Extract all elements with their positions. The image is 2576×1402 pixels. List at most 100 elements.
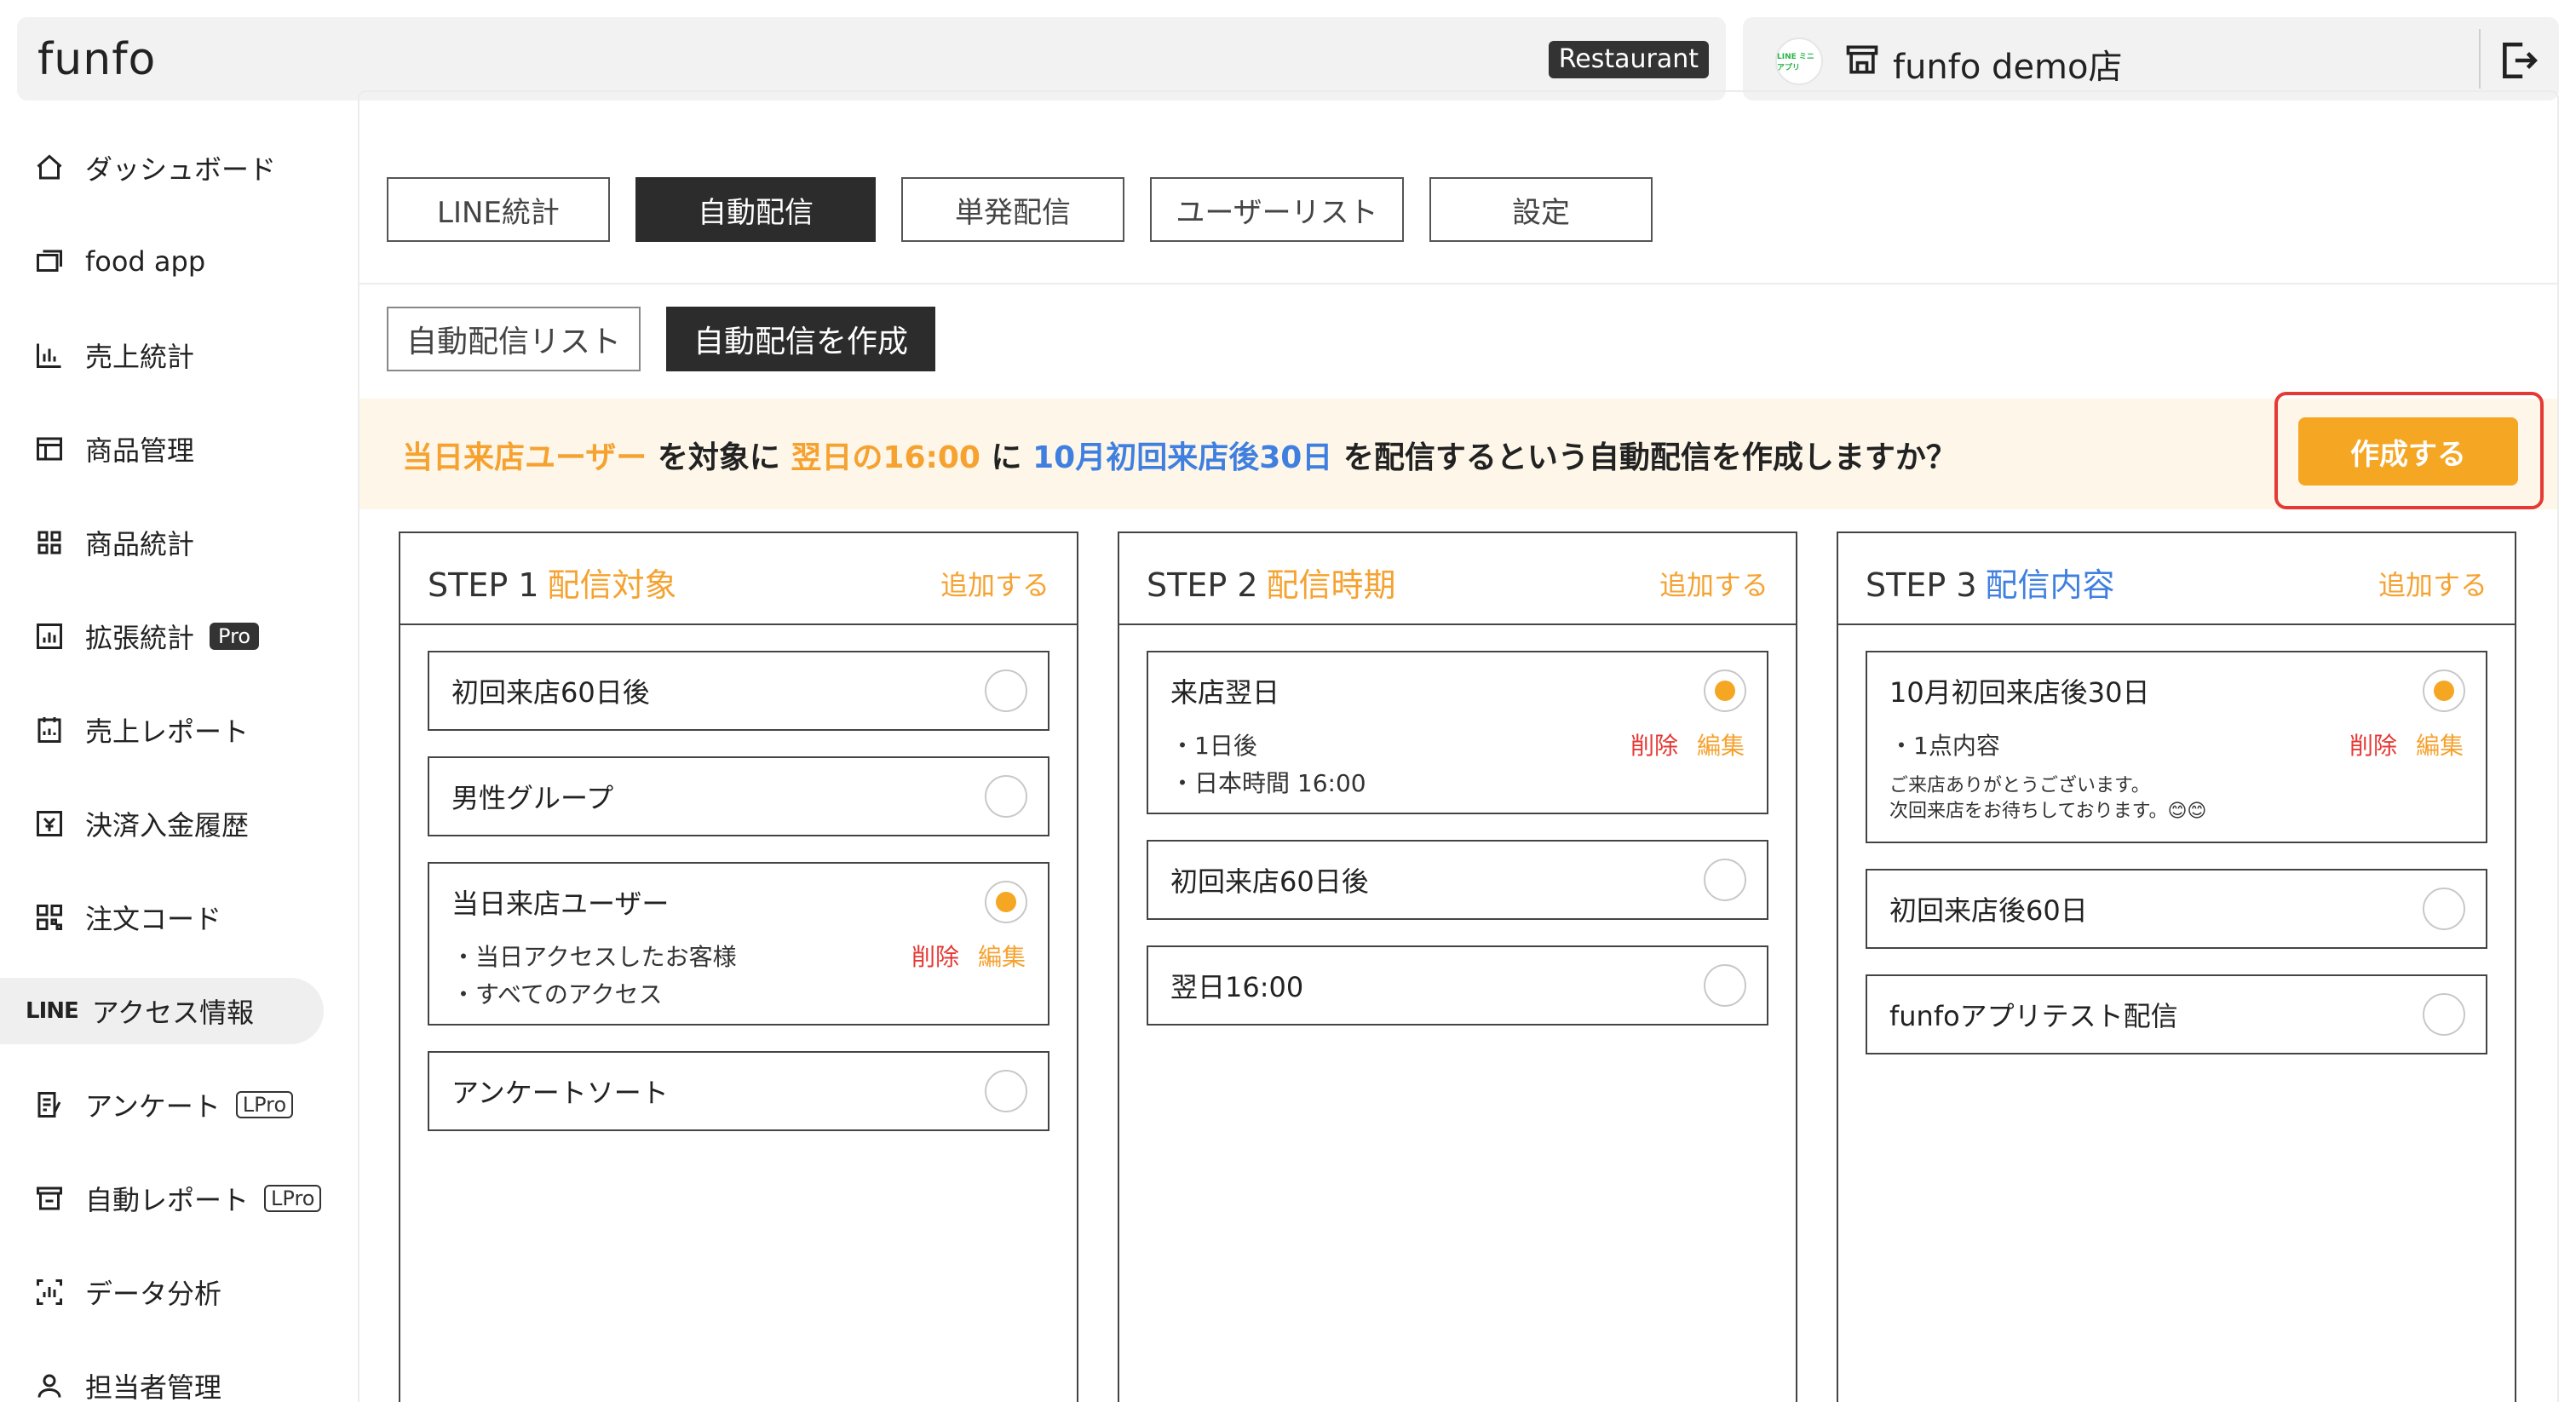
step2-add-button[interactable]: 追加する bbox=[1659, 564, 1768, 603]
step1-add-button[interactable]: 追加する bbox=[940, 564, 1049, 603]
app-logo[interactable]: funfo bbox=[37, 34, 156, 85]
analysis-icon bbox=[37, 1279, 62, 1305]
sidebar-item-label: 担当者管理 bbox=[85, 1371, 222, 1402]
sidebar-item-staff-mgmt[interactable]: 担当者管理 bbox=[0, 1353, 324, 1402]
delete-link[interactable]: 削除 bbox=[1630, 727, 1678, 761]
card-radio[interactable] bbox=[1704, 964, 1746, 1007]
card-detail: ・1点内容 bbox=[1889, 732, 2000, 760]
card-title: 10月初回来店後30日 bbox=[1889, 676, 2150, 709]
sidebar-item-label: 商品統計 bbox=[85, 528, 195, 560]
step2-card-1[interactable]: 来店翌日 ・1日後 ・日本時間 16:00 削除 編集 bbox=[1147, 651, 1768, 814]
sidebar-item-food-app[interactable]: food app bbox=[0, 228, 324, 295]
edit-link[interactable]: 編集 bbox=[978, 939, 1026, 973]
tab-auto-delivery[interactable]: 自動配信 bbox=[635, 177, 876, 242]
delete-link[interactable]: 削除 bbox=[2349, 727, 2397, 761]
edit-link[interactable]: 編集 bbox=[2416, 727, 2464, 761]
confirm-text-1: を対象に bbox=[657, 440, 780, 475]
sidebar-item-survey[interactable]: アンケート LPro bbox=[0, 1072, 324, 1138]
confirm-bar: 当日来店ユーザー を対象に 翌日の16:00 に 10月初回来店後30日 を配信… bbox=[359, 392, 2557, 509]
main-tabs: LINE統計 自動配信 単発配信 ユーザーリスト 設定 bbox=[387, 177, 1678, 242]
lpro-badge: LPro bbox=[264, 1185, 322, 1212]
card-radio[interactable] bbox=[2423, 993, 2465, 1036]
sidebar-item-line-access[interactable]: LINE アクセス情報 bbox=[0, 978, 324, 1044]
table-icon bbox=[37, 437, 62, 461]
subtab-create[interactable]: 自動配信を作成 bbox=[666, 307, 935, 371]
sidebar-item-label: 商品管理 bbox=[85, 434, 195, 467]
sidebar-item-auto-report[interactable]: 自動レポート LPro bbox=[0, 1165, 324, 1232]
card-title: 初回来店60日後 bbox=[1170, 865, 1369, 898]
subtab-auto-list[interactable]: 自動配信リスト bbox=[387, 307, 641, 371]
card-title: アンケートソート bbox=[451, 1077, 669, 1109]
sidebar-item-sales-stats[interactable]: 売上統計 bbox=[0, 322, 324, 388]
tab-settings[interactable]: 設定 bbox=[1429, 177, 1653, 242]
sidebar-item-sales-report[interactable]: 売上レポート bbox=[0, 697, 324, 763]
grid-icon bbox=[37, 531, 61, 554]
tab-user-list[interactable]: ユーザーリスト bbox=[1150, 177, 1404, 242]
sidebar-item-dashboard[interactable]: ダッシュボード bbox=[0, 135, 324, 201]
home-icon bbox=[37, 154, 62, 180]
sidebar-item-order-code[interactable]: 注文コード bbox=[0, 884, 324, 951]
sidebar-item-label: food app bbox=[85, 245, 206, 278]
card-detail: ・当日アクセスしたお客様 bbox=[451, 943, 737, 971]
step3-column: STEP 3 配信内容 追加する 10月初回来店後30日 ・1点内容 削除 編集 … bbox=[1837, 531, 2516, 1402]
card-radio[interactable] bbox=[985, 1070, 1027, 1112]
step2-card-2[interactable]: 初回来店60日後 bbox=[1147, 840, 1768, 920]
step1-card-2[interactable]: 男性グループ bbox=[428, 756, 1049, 836]
survey-icon bbox=[37, 1092, 61, 1118]
pro-badge: Pro bbox=[210, 623, 260, 650]
step3-header: STEP 3 配信内容 追加する bbox=[1838, 533, 2515, 625]
card-radio-selected[interactable] bbox=[2423, 669, 2465, 712]
card-title: 翌日16:00 bbox=[1170, 971, 1304, 1003]
card-radio[interactable] bbox=[2423, 888, 2465, 930]
step1-name: 配信対象 bbox=[547, 566, 677, 604]
edit-link[interactable]: 編集 bbox=[1697, 727, 1745, 761]
sidebar-item-data-analysis[interactable]: データ分析 bbox=[0, 1259, 324, 1325]
tab-line-stats[interactable]: LINE統計 bbox=[387, 177, 610, 242]
card-radio[interactable] bbox=[985, 775, 1027, 818]
card-radio-selected[interactable] bbox=[985, 881, 1027, 923]
step3-add-button[interactable]: 追加する bbox=[2378, 564, 2487, 603]
create-button[interactable]: 作成する bbox=[2298, 417, 2518, 486]
tab-single-delivery[interactable]: 単発配信 bbox=[901, 177, 1124, 242]
logout-icon[interactable] bbox=[2498, 39, 2540, 85]
main-panel: LINE統計 自動配信 単発配信 ユーザーリスト 設定 自動配信リスト 自動配信… bbox=[358, 90, 2559, 1402]
sidebar-item-label: アンケート bbox=[85, 1090, 221, 1123]
confirm-text-2: に bbox=[991, 440, 1022, 475]
card-title: 初回来店後60日 bbox=[1889, 894, 2088, 927]
sidebar-item-label: 拡張統計 bbox=[85, 622, 195, 654]
step3-card-1[interactable]: 10月初回来店後30日 ・1点内容 削除 編集 ご来店ありがとうございます。 次… bbox=[1866, 651, 2487, 843]
store-name[interactable]: funfo demo店 bbox=[1893, 39, 2123, 89]
sidebar-item-extended-stats[interactable]: 拡張統計 Pro bbox=[0, 603, 324, 669]
card-detail: ・すべてのアクセス bbox=[451, 980, 663, 1008]
card-radio[interactable] bbox=[1704, 859, 1746, 901]
step2-column: STEP 2 配信時期 追加する 来店翌日 ・1日後 ・日本時間 16:00 削除… bbox=[1118, 531, 1797, 1402]
user-icon bbox=[37, 1374, 61, 1398]
confirm-text-3: を配信するという自動配信を作成しますか？ bbox=[1343, 440, 1957, 475]
sidebar-item-product-stats[interactable]: 商品統計 bbox=[0, 509, 324, 576]
step2-name: 配信時期 bbox=[1266, 566, 1396, 604]
sidebar-item-payment-history[interactable]: 決済入金履歴 bbox=[0, 790, 324, 857]
step3-card-3[interactable]: funfoアプリテスト配信 bbox=[1866, 974, 2487, 1054]
bar-chart-icon bbox=[37, 343, 61, 368]
card-radio[interactable] bbox=[985, 669, 1027, 712]
delete-link[interactable]: 削除 bbox=[911, 939, 959, 973]
sidebar-item-label: 売上統計 bbox=[85, 341, 195, 373]
step3-card-2[interactable]: 初回来店後60日 bbox=[1866, 869, 2487, 949]
top-header: funfo Restaurant bbox=[17, 17, 1726, 101]
auto-report-icon bbox=[37, 1187, 62, 1210]
step1-card-4[interactable]: アンケートソート bbox=[428, 1051, 1049, 1131]
card-detail: ・1日後 bbox=[1170, 732, 1257, 760]
sidebar-item-label: データ分析 bbox=[85, 1278, 222, 1310]
sidebar-item-product-mgmt[interactable]: 商品管理 bbox=[0, 416, 324, 482]
step1-header: STEP 1 配信対象 追加する bbox=[400, 533, 1077, 625]
chart-box-icon bbox=[37, 623, 62, 649]
step1-title: STEP 1 配信対象 bbox=[428, 559, 677, 606]
step1-card-3[interactable]: 当日来店ユーザー ・当日アクセスしたお客様 ・すべてのアクセス 削除 編集 bbox=[428, 862, 1049, 1026]
card-radio-selected[interactable] bbox=[1704, 669, 1746, 712]
tabs-divider bbox=[359, 283, 2557, 284]
card-title: 初回来店60日後 bbox=[451, 676, 650, 709]
step3-title: STEP 3 配信内容 bbox=[1866, 559, 2115, 606]
step1-card-1[interactable]: 初回来店60日後 bbox=[428, 651, 1049, 731]
card-title: funfoアプリテスト配信 bbox=[1889, 1000, 2178, 1032]
step2-card-3[interactable]: 翌日16:00 bbox=[1147, 945, 1768, 1026]
